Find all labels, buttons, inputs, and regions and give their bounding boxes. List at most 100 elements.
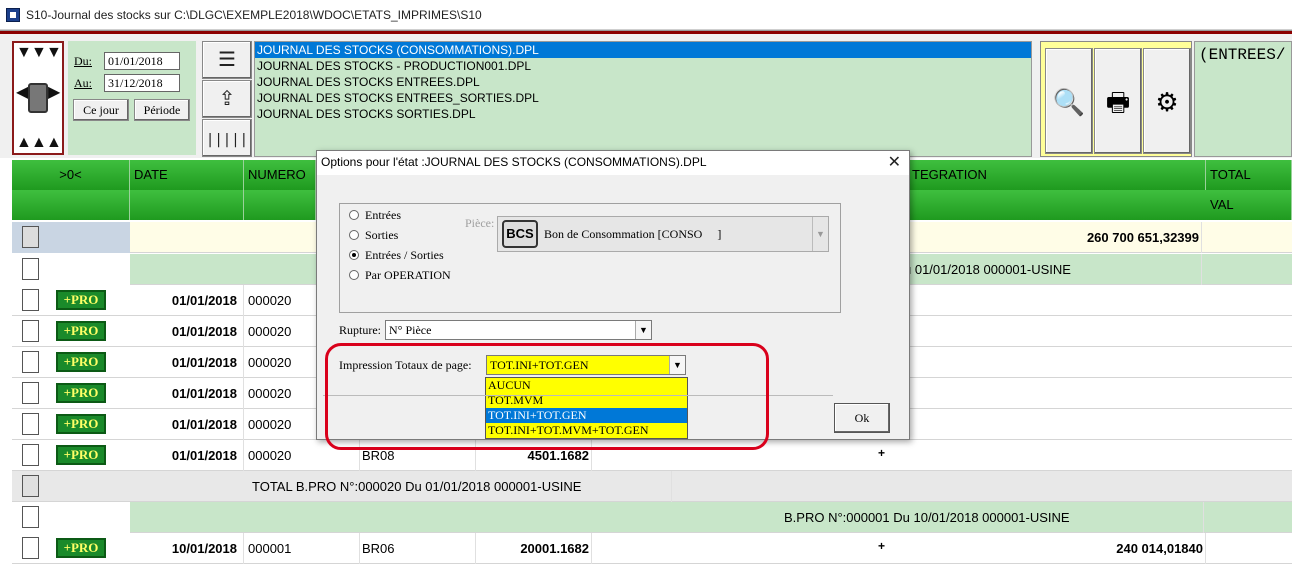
radio-label: Par OPERATION [365,268,451,282]
du-date-input[interactable]: 01/01/2018 [104,52,180,70]
radio-icon [349,230,359,240]
report-file-list[interactable]: JOURNAL DES STOCKS (CONSOMMATIONS).DPL J… [254,41,1032,157]
row-checkbox[interactable] [22,226,39,248]
mode-label: (ENTREES/ [1194,41,1292,157]
row-ref: BR06 [360,533,476,564]
list-item[interactable]: JOURNAL DES STOCKS - PRODUCTION001.DPL [255,58,1031,74]
arrow-right-icon[interactable]: ▶ [48,85,60,101]
arrow-down-icon[interactable]: ▼ [46,45,62,61]
arrow-up-icon[interactable]: ▲ [31,135,47,151]
row-checkbox[interactable] [22,475,39,497]
table-row[interactable]: +PRO 01/01/2018 000020 BR08 4501.1682 + [12,440,1292,471]
gear-cross-icon: ⚙ [1155,87,1179,117]
export-button[interactable]: ⇪ [202,80,252,118]
radio-icon [349,210,359,220]
arrow-down-icon[interactable]: ▼ [31,45,47,61]
group-total-text: TOTAL B.PRO N°:000020 Du 01/01/2018 0000… [252,471,672,502]
center-icon [28,83,48,113]
arrow-left-icon[interactable]: ◀ [16,85,28,101]
column-header-total[interactable]: TOTAL [1206,160,1292,190]
radio-entrees-sorties[interactable]: Entrées / Sorties [349,248,444,263]
row-checkbox[interactable] [22,289,39,311]
sliders-icon: ☰ [218,49,236,71]
table-row[interactable]: +PRO 10/01/2018 000001 BR06 20001.1682 +… [12,533,1292,564]
piece-label: Pièce: [465,216,495,230]
excel-print-button[interactable]: 🖶 [1094,48,1142,154]
column-header-integration[interactable]: TEGRATION [908,160,1206,190]
row-qty: 20001.1682 [476,533,592,564]
preview-button[interactable]: 🔍 [1045,48,1093,154]
row-date: 01/01/2018 [130,347,244,378]
pro-badge-icon: +PRO [56,290,106,310]
dropdown-option[interactable]: AUCUN [486,378,687,393]
impression-dropdown[interactable]: AUCUN TOT.MVM TOT.INI+TOT.GEN TOT.INI+TO… [485,377,688,439]
application-window: S10-Journal des stocks sur C:\DLGC\EXEMP… [0,0,1292,567]
ok-button[interactable]: Ok [834,403,890,433]
chevron-down-icon[interactable]: ▼ [635,321,651,339]
impression-value: TOT.INI+TOT.GEN [490,358,589,372]
row-total: 240 014,01840 [912,533,1206,564]
arrow-up-icon[interactable]: ▲ [16,135,32,151]
column-header-date[interactable]: DATE [130,160,244,190]
barcode-icon: ||||| [205,132,249,148]
periode-button[interactable]: Période [134,99,190,121]
pro-badge-icon: +PRO [56,383,106,403]
radio-sorties[interactable]: Sorties [349,228,398,243]
rupture-select[interactable]: N° Pièce ▼ [385,320,652,340]
row-checkbox[interactable] [22,382,39,404]
row-date: 01/01/2018 [130,285,244,316]
quit-button[interactable]: ⚙ [1143,48,1191,154]
subheader-val: VAL [1206,190,1292,220]
list-item[interactable]: JOURNAL DES STOCKS SORTIES.DPL [255,106,1031,122]
row-checkbox[interactable] [22,351,39,373]
chevron-down-icon[interactable]: ▼ [669,356,685,374]
top-panel: ▼ ▼ ▼ ◀ ▶ ▲ ▲ ▲ Du: 01/01/2018 Au: 31/12… [0,30,1292,158]
settings-sliders-button[interactable]: ☰ [202,41,252,79]
dropdown-option[interactable]: TOT.INI+TOT.MVM+TOT.GEN [486,423,687,438]
dropdown-option-selected[interactable]: TOT.INI+TOT.GEN [486,408,687,423]
ce-jour-button[interactable]: Ce jour [73,99,129,121]
row-date: 10/01/2018 [130,533,244,564]
top-border [0,31,1292,34]
group-header-row: B.PRO N°:000001 Du 10/01/2018 000001-USI… [12,502,1292,533]
row-checkbox[interactable] [22,506,39,528]
expand-plus-icon[interactable]: + [878,446,885,460]
options-dialog: Options pour l'état :JOURNAL DES STOCKS … [316,150,910,440]
column-header-filter[interactable]: >0< [12,160,130,190]
row-checkbox[interactable] [22,444,39,466]
expand-plus-icon[interactable]: + [878,539,885,553]
row-checkbox[interactable] [22,537,39,559]
column-header-numero[interactable]: NUMERO [244,160,316,190]
pro-badge-icon: +PRO [56,445,106,465]
impression-select[interactable]: TOT.INI+TOT.GEN ▼ [486,355,686,375]
radio-par-operation[interactable]: Par OPERATION [349,268,451,283]
list-item[interactable]: JOURNAL DES STOCKS (CONSOMMATIONS).DPL [255,42,1031,58]
barcode-button[interactable]: ||||| [202,119,252,157]
pro-badge-icon: +PRO [56,414,106,434]
radio-label: Sorties [365,228,399,242]
impression-label: Impression Totaux de page: [339,358,472,372]
close-icon[interactable]: ✕ [888,153,901,173]
list-item[interactable]: JOURNAL DES STOCKS ENTREES.DPL [255,74,1031,90]
printer-xls-icon: 🖶 [1105,87,1131,117]
radio-icon [349,270,359,280]
au-date-input[interactable]: 31/12/2018 [104,74,180,92]
rupture-value: N° Pièce [389,323,432,337]
arrow-down-icon[interactable]: ▼ [16,45,32,61]
radio-selected-icon [349,250,359,260]
row-checkbox[interactable] [22,413,39,435]
du-label: Du: [74,54,92,68]
row-ref: BR08 [360,440,476,471]
radio-label: Entrées / Sorties [365,248,444,262]
rupture-label: Rupture: [339,323,381,337]
row-checkbox[interactable] [22,320,39,342]
pro-badge-icon: +PRO [56,538,106,558]
arrow-up-icon[interactable]: ▲ [46,135,62,151]
pro-badge-icon: +PRO [56,321,106,341]
radio-entrees[interactable]: Entrées [349,208,401,223]
navigation-arrows[interactable]: ▼ ▼ ▼ ◀ ▶ ▲ ▲ ▲ [12,41,64,155]
list-item[interactable]: JOURNAL DES STOCKS ENTREES_SORTIES.DPL [255,90,1031,106]
row-date: 01/01/2018 [130,378,244,409]
row-checkbox[interactable] [22,258,39,280]
subheader-cell [130,190,244,220]
